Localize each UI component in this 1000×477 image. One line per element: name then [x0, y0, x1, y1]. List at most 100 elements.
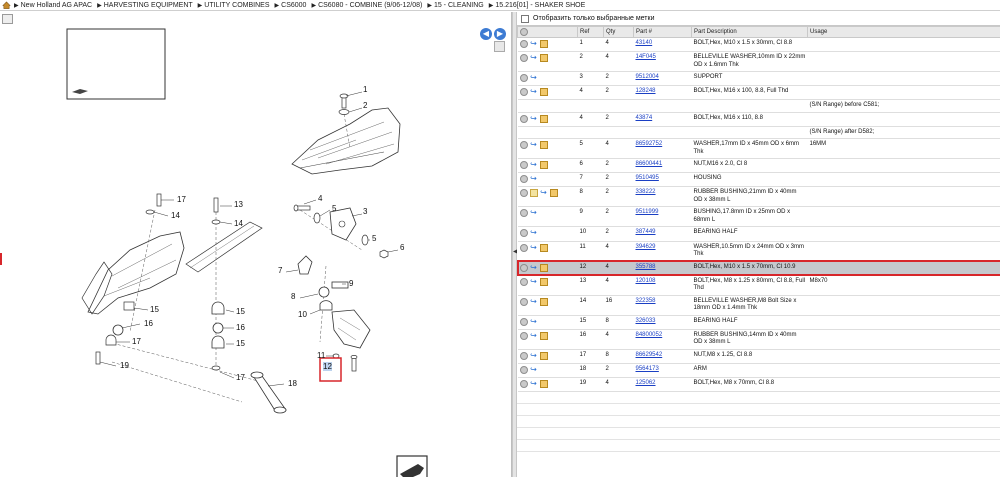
link-arrow-icon[interactable]: ↪ [530, 209, 538, 217]
info-icon[interactable] [519, 351, 528, 360]
part-row[interactable]: ↪ 14 16 322358 BELLEVILLE WASHER,M8 Bolt Siz… [517, 295, 1000, 316]
show-selected-checkbox[interactable] [521, 14, 529, 23]
cart-box-icon[interactable] [539, 379, 548, 388]
link-arrow-icon[interactable]: ↪ [530, 331, 538, 340]
part-row[interactable]: ↪ 1 4 43140 BOLT,Hex, M10 x 1.5 x 30mm, Cl 8… [517, 37, 1000, 53]
callout-18[interactable]: 18 [288, 379, 297, 388]
part-number-link[interactable]: 120108 [636, 278, 656, 284]
cart-box-icon[interactable] [539, 263, 548, 272]
header-ref[interactable]: Ref [577, 26, 604, 38]
part-number-link[interactable]: 86592752 [636, 141, 663, 147]
link-arrow-icon[interactable]: ↪ [530, 365, 538, 374]
part-row[interactable]: ↪ 19 4 125062 BOLT,Hex, M8 x 70mm, Cl 8.8 [517, 377, 1000, 392]
part-row[interactable]: ↪ 7 2 9510495 HOUSING [517, 172, 1000, 188]
cart-box-icon[interactable] [539, 351, 548, 360]
part-row[interactable]: ↪ 18 2 9564173 ARM [517, 363, 1000, 378]
link-arrow-icon[interactable]: ↪ [530, 54, 538, 62]
part-row[interactable]: ↪ 2 4 14F045 BELLEVILLE WASHER,10mm ID x 22m… [517, 51, 1000, 73]
part-row[interactable]: ↪ 4 2 43874 BOLT,Hex, M16 x 110, 8.8 [517, 112, 1000, 127]
callout-5[interactable]: 5 [372, 234, 376, 243]
cart-box-icon[interactable] [539, 297, 548, 306]
part-number-link[interactable]: 394629 [636, 244, 656, 250]
header-description[interactable]: Part Description [691, 26, 808, 38]
info-icon[interactable] [519, 243, 528, 252]
part-number-link[interactable]: 322358 [636, 298, 656, 304]
info-icon[interactable] [519, 229, 528, 238]
callout-13[interactable]: 13 [234, 200, 243, 209]
link-arrow-icon[interactable]: ↪ [530, 243, 538, 252]
link-arrow-icon[interactable]: ↪ [530, 161, 538, 169]
info-icon[interactable] [519, 379, 528, 388]
info-icon[interactable] [519, 175, 528, 184]
part-row[interactable]: ↪ 8 2 338222 RUBBER BUSHING,21mm ID x 40mm O… [517, 186, 1000, 208]
breadcrumb-item[interactable]: ▶ 15 - CLEANING [427, 2, 483, 9]
part-number-link[interactable]: 9510495 [636, 175, 659, 181]
part-row[interactable]: ↪ 16 4 84800052 RUBBER BUSHING,14mm ID x 40m… [517, 329, 1000, 350]
part-number-link[interactable]: 86600441 [636, 161, 663, 167]
info-icon[interactable] [519, 88, 528, 97]
link-arrow-icon[interactable]: ↪ [530, 277, 538, 286]
cart-box-icon[interactable] [539, 277, 548, 286]
part-number-link[interactable]: 355788 [636, 264, 656, 270]
header-part[interactable]: Part # [633, 26, 692, 38]
info-icon[interactable] [519, 317, 528, 326]
breadcrumb-item[interactable]: ▶ CS6080 - COMBINE (9/06-12/08) [311, 2, 422, 9]
callout-17[interactable]: 17 [132, 337, 141, 346]
part-row[interactable]: ↪ 6 2 86600441 NUT,M16 x 2.0, Cl 8 [517, 158, 1000, 174]
callout-17[interactable]: 17 [177, 195, 186, 204]
cart-box-icon[interactable] [539, 40, 548, 48]
callout-14[interactable]: 14 [171, 211, 180, 220]
callout-1[interactable]: 1 [363, 85, 367, 94]
link-arrow-icon[interactable]: ↪ [530, 351, 538, 360]
callout-14[interactable]: 14 [234, 219, 243, 228]
part-row[interactable]: ↪ 11 4 394629 WASHER,10.5mm ID x 24mm OD x 3… [517, 241, 1000, 262]
part-number-link[interactable]: 43140 [636, 40, 653, 46]
part-number-link[interactable]: 9511999 [636, 209, 659, 215]
part-number-link[interactable]: 86629542 [636, 352, 663, 358]
callout-19[interactable]: 19 [120, 361, 129, 370]
callout-16[interactable]: 16 [236, 323, 245, 332]
part-row[interactable]: ↪ 15 8 326033 BEARING HALF [517, 315, 1000, 330]
link-arrow-icon[interactable]: ↪ [530, 74, 538, 82]
info-icon[interactable] [519, 74, 528, 83]
replacement-icon[interactable] [529, 189, 538, 198]
callout-2[interactable]: 2 [363, 101, 367, 110]
link-arrow-icon[interactable]: ↪ [530, 379, 538, 388]
link-arrow-icon[interactable]: ↪ [530, 40, 538, 48]
cart-box-icon[interactable] [539, 114, 548, 123]
callout-5[interactable]: 5 [332, 204, 336, 213]
callout-15[interactable]: 15 [236, 339, 245, 348]
link-arrow-icon[interactable]: ↪ [530, 229, 538, 237]
home-icon[interactable] [2, 1, 11, 9]
info-icon[interactable] [519, 189, 528, 198]
breadcrumb-item[interactable]: ▶ New Holland AG APAC [14, 2, 92, 9]
callout-8[interactable]: 8 [291, 292, 295, 301]
callout-11[interactable]: 11 [317, 351, 325, 360]
part-number-link[interactable]: 43874 [636, 115, 653, 121]
settings-icon[interactable] [520, 28, 528, 36]
link-arrow-icon[interactable]: ↪ [530, 141, 538, 149]
part-row[interactable]: ↪ 10 2 387449 BEARING HALF [517, 226, 1000, 242]
cart-box-icon[interactable] [539, 141, 548, 150]
info-icon[interactable] [519, 141, 528, 150]
info-icon[interactable] [519, 263, 528, 272]
link-arrow-icon[interactable]: ↪ [540, 189, 548, 197]
link-arrow-icon[interactable]: ↪ [530, 263, 538, 272]
link-arrow-icon[interactable]: ↪ [530, 88, 538, 96]
part-number-link[interactable]: 128248 [636, 88, 656, 94]
info-icon[interactable] [519, 365, 528, 374]
callout-4[interactable]: 4 [318, 194, 322, 203]
range-note-row[interactable]: (S/N Range) before C581; [517, 99, 1000, 113]
part-number-link[interactable]: 9512004 [636, 74, 659, 80]
info-icon[interactable] [519, 277, 528, 286]
cart-box-icon[interactable] [539, 243, 548, 252]
header-usage[interactable]: Usage [807, 26, 1000, 38]
breadcrumb-item[interactable]: ▶ 15.216[01] - SHAKER SHOE [489, 2, 586, 9]
callout-9[interactable]: 9 [349, 279, 353, 288]
info-icon[interactable] [519, 161, 528, 170]
cart-box-icon[interactable] [549, 189, 558, 198]
part-row[interactable]: ↪ 3 2 9512004 SUPPORT [517, 71, 1000, 87]
callout-17[interactable]: 17 [236, 373, 245, 382]
part-row[interactable]: ↪ 5 4 86592752 WASHER,17mm ID x 45mm OD x 6m… [517, 138, 1000, 160]
callout-3[interactable]: 3 [363, 207, 367, 216]
